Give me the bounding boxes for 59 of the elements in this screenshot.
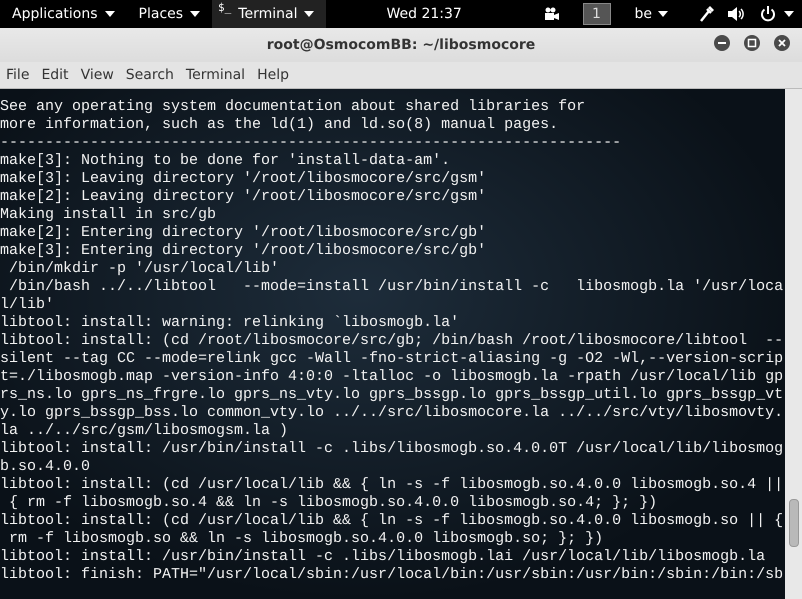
- terminal-line: libtool: install: /usr/bin/install -c .libs/libosmogb.so.4.0.0T /usr/local/lib/libosmog: [0, 440, 784, 458]
- terminal-line: make[3]: Entering directory '/root/libosmocore/src/gb': [0, 242, 488, 260]
- top-bar-menu[interactable]: Applications: [0, 0, 127, 28]
- menu-item[interactable]: View: [74, 67, 120, 83]
- terminal-line: make[3]: Nothing to be done for 'install-data-am'.: [0, 152, 452, 170]
- terminal-line: b.so.4.0.0: [0, 458, 92, 476]
- video-camera-icon[interactable]: [542, 7, 558, 21]
- terminal-app-icon: $_: [218, 1, 232, 14]
- terminal-line: /bin/bash ../../libtool --mode=install /usr/bin/install -c libosmogb.la '/usr/loca: [8, 278, 784, 296]
- terminal-line: libtool: install: warning: relinking `libosmogb.la': [0, 314, 460, 332]
- terminal-line: libtool: install: (cd /usr/local/lib && { ln -s -f libosmogb.so.4.0.0 libosmogb.so.4 ||: [0, 476, 784, 494]
- keyboard-layout-label: be: [634, 6, 652, 22]
- terminal-line: t=./libosmogb.map -version-info 4:0:0 -ltalloc -o libosmogb.la -rpath /usr/local/lib gp: [0, 368, 784, 386]
- terminal-line: libtool: finish: PATH="/usr/local/sbin:/usr/local/bin:/usr/sbin:/usr/bin:/sbin:/bin:/sb: [0, 566, 784, 584]
- clock[interactable]: Wed 21:37: [386, 6, 462, 22]
- caret-icon: [190, 11, 200, 17]
- maximize-icon[interactable]: [744, 35, 760, 51]
- caret-icon: [784, 11, 794, 17]
- terminal-line: libtool: install: /usr/bin/install -c .libs/libosmogb.lai /usr/local/lib/libosmogb.la: [0, 548, 766, 566]
- terminal-line: l/lib': [0, 296, 56, 314]
- terminal-line: y.lo gprs_bssgp_bss.lo common_vty.lo ../../src/libosmocore.la ../../src/vty/libosmovty.: [0, 404, 784, 422]
- terminal-line: make[3]: Leaving directory '/root/libosmocore/src/gsm': [0, 170, 488, 188]
- terminal-line: Making install in src/gb: [0, 206, 218, 224]
- close-icon[interactable]: [774, 35, 790, 51]
- terminal-line: make[2]: Leaving directory '/root/libosmocore/src/gsm': [0, 188, 488, 206]
- terminal-line: make[2]: Entering directory '/root/libosmocore/src/gb': [0, 224, 488, 242]
- volume-icon[interactable]: [728, 7, 746, 21]
- menu-label: Terminal: [238, 6, 298, 22]
- power-menu[interactable]: [760, 6, 794, 22]
- caret-icon: [304, 11, 314, 17]
- scrollbar-thumb[interactable]: [789, 499, 799, 547]
- keyboard-layout-menu[interactable]: be: [634, 6, 668, 22]
- terminal-line: rs_ns.lo gprs_ns_frgre.lo gprs_ns_vty.lo gprs_bssgp.lo gprs_bssgp_util.lo gprs_bssgp_vt: [0, 386, 784, 404]
- terminal-line: silent --tag CC --mode=relink gcc -Wall -fno-strict-aliasing -g -O2 -Wl,--version-scrip: [0, 350, 784, 368]
- top-bar-menu[interactable]: $_ Terminal: [212, 0, 326, 28]
- menu-item[interactable]: Edit: [35, 67, 75, 83]
- menu-label: Applications: [12, 6, 98, 22]
- terminal-line: libtool: install: (cd /usr/local/lib && { ln -s -f libosmogb.so.4.0.0 libosmogb.so || {: [0, 512, 784, 530]
- menu-item[interactable]: Search: [120, 67, 180, 83]
- terminal-line: { rm -f libosmogb.so.4 && ln -s libosmogb.so.4.0.0 libosmogb.so.4; }; }): [8, 494, 658, 512]
- top-bar-menu[interactable]: Places: [126, 0, 212, 28]
- minimize-icon[interactable]: [714, 35, 730, 51]
- microphone-icon[interactable]: [700, 6, 714, 22]
- menu-item[interactable]: File: [0, 67, 36, 83]
- menu-label: Places: [138, 6, 184, 22]
- caret-icon: [104, 11, 115, 17]
- terminal-line: rm -f libosmogb.so && ln -s libosmogb.so.4.0.0 libosmogb.so; }; }): [8, 530, 604, 548]
- terminal-line: ---------------------------------------------------------------------: [0, 134, 622, 152]
- terminal-line: See any operating system documentation about shared libraries for: [0, 98, 586, 116]
- terminal-line: /bin/mkdir -p '/usr/local/lib': [8, 260, 280, 278]
- power-icon: [760, 6, 776, 22]
- terminal-line: libtool: install: (cd /root/libosmocore/src/gb; /bin/bash /root/libosmocore/libtool --: [0, 332, 784, 350]
- workspace-indicator[interactable]: 1: [582, 3, 610, 25]
- caret-icon: [658, 11, 668, 17]
- window-title: root@OsmocomBB: ~/libosmocore: [266, 37, 536, 53]
- menu-item[interactable]: Help: [251, 67, 295, 83]
- terminal-line: more information, such as the ld(1) and ld.so(8) manual pages.: [0, 116, 560, 134]
- terminal-line: la ../../src/gsm/libosmogsm.la ): [0, 422, 290, 440]
- menu-item[interactable]: Terminal: [180, 67, 252, 83]
